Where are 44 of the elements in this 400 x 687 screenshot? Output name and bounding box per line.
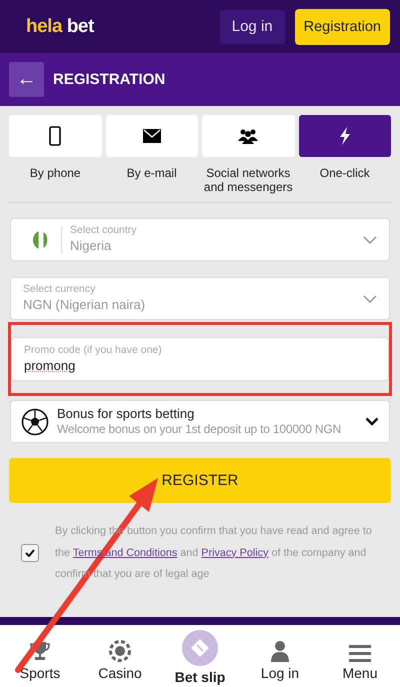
chip-icon [109,640,131,662]
back-button[interactable]: ← [9,62,44,97]
bonus-select[interactable]: Bonus for sports betting Welcome bonus on your 1st deposit up to 100000 NGN [10,400,390,443]
nav-item[interactable]: Bet slip [160,630,240,685]
nav-item[interactable]: Casino [80,640,160,681]
nav-item[interactable]: Sports [0,640,80,681]
flag-icon [33,228,49,250]
lightning-icon [338,127,351,145]
field-value: Nigeria [70,237,112,255]
chevron-icon [363,236,377,244]
nav-item[interactable]: Log in [240,640,320,681]
registration-button[interactable]: Registration [294,8,390,44]
promo-code-field[interactable]: Promo code (if you have one) promong [11,337,389,381]
method-label: Social networks and messengers [202,166,294,194]
menu-icon [349,644,371,662]
logo: hela bet [26,16,94,38]
check-icon [25,549,35,558]
soccer-ball-icon [21,408,49,436]
bonus-description: Welcome bonus on your 1st deposit up to 100000 NGN [57,422,342,437]
field-label: Select currency [23,283,96,296]
method-label: By phone [30,166,81,180]
register-button[interactable]: REGISTER [9,458,391,503]
field-value: NGN (Nigerian naira) [23,296,146,314]
login-button[interactable]: Log in [220,10,285,44]
chevron-icon [365,417,379,426]
method-tab[interactable] [106,115,198,157]
privacy-link[interactable]: Privacy Policy [201,546,268,558]
people-icon [238,128,258,144]
phone-icon [49,126,62,146]
field-value: promong [24,356,76,374]
ticket-icon [182,630,218,666]
nav-item[interactable]: Menu [320,644,400,681]
trophy-icon [29,640,51,662]
person-icon [269,640,291,662]
checkbox[interactable] [21,544,39,562]
page-title: REGISTRATION [53,71,166,88]
field-label: Promo code (if you have one) [24,344,163,356]
method-label: By e-mail [126,166,177,180]
bonus-title: Bonus for sports betting [57,406,196,422]
chevron-icon [363,294,377,302]
field-label: Select country [70,224,138,237]
method-label: One-click [320,166,370,180]
envelope-icon [142,129,161,143]
method-tab[interactable] [202,115,294,157]
